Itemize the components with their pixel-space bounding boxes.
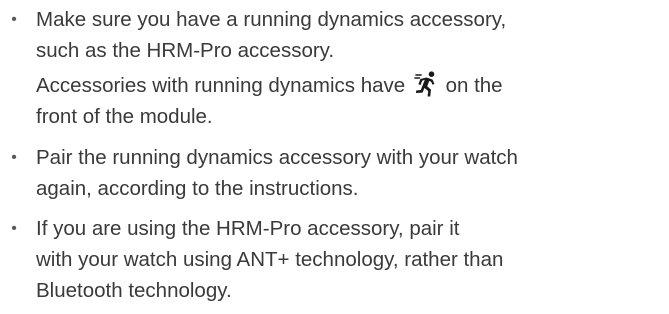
item-text: Pair the running dynamics accessory with… xyxy=(36,142,669,204)
item-text: If you are using the HRM-Pro accessory, … xyxy=(36,213,669,306)
running-dynamics-runner-icon xyxy=(414,71,435,97)
list-item: • If you are using the HRM-Pro accessory… xyxy=(0,213,669,306)
item-text: Make sure you have a running dynamics ac… xyxy=(36,4,669,66)
bullet-marker: • xyxy=(11,11,17,28)
note-line: Accessories with running dynamics have o… xyxy=(36,70,669,101)
note-text-after-icon: on the xyxy=(445,74,503,97)
list-item: • Make sure you have a running dynamics … xyxy=(0,4,669,132)
bullet-marker: • xyxy=(11,220,17,237)
item-line: again, according to the instructions. xyxy=(36,177,359,200)
bullet-marker: • xyxy=(11,149,17,166)
troubleshooting-bullet-list: • Make sure you have a running dynamics … xyxy=(0,0,669,306)
item-note: Accessories with running dynamics have o… xyxy=(36,70,669,132)
item-line: with your watch using ANT+ technology, r… xyxy=(36,248,504,271)
item-line: Bluetooth technology. xyxy=(36,279,232,302)
list-item: • Pair the running dynamics accessory wi… xyxy=(0,142,669,204)
item-line: Pair the running dynamics accessory with… xyxy=(36,146,518,169)
note-text-before-icon: Accessories with running dynamics have xyxy=(36,74,406,97)
item-line: Make sure you have a running dynamics ac… xyxy=(36,8,507,31)
note-line: front of the module. xyxy=(36,105,213,128)
item-line: If you are using the HRM-Pro accessory, … xyxy=(36,217,460,240)
item-line: such as the HRM-Pro accessory. xyxy=(36,39,335,62)
